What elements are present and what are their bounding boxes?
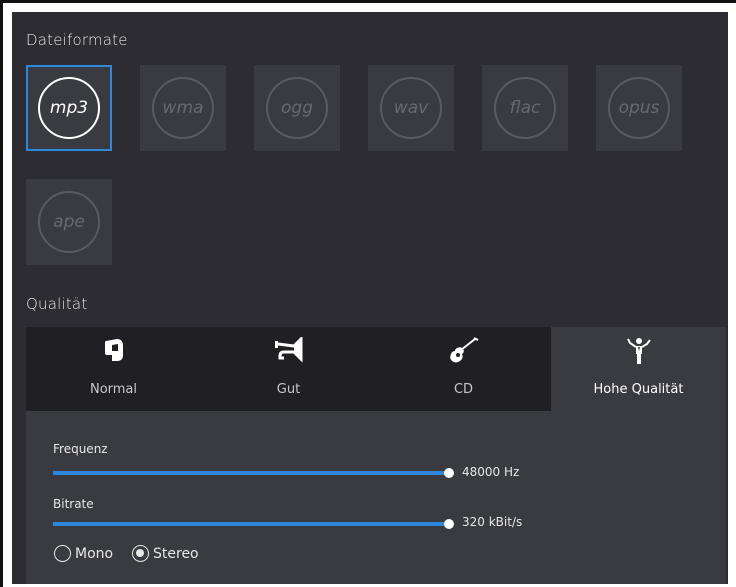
tab-gut[interactable]: Gut <box>201 327 376 411</box>
format-tile-ape[interactable]: ape <box>26 179 112 265</box>
stereo-radio-circle[interactable] <box>132 545 149 562</box>
mono-radio[interactable]: Mono <box>54 545 113 562</box>
conductor-icon <box>551 337 726 365</box>
tab-label: CD <box>453 382 474 397</box>
format-label: ogg <box>281 98 313 118</box>
trumpet-icon <box>201 337 376 365</box>
stereo-radio[interactable]: Stereo <box>132 545 199 562</box>
format-label: wma <box>162 98 204 118</box>
tab-high-quality[interactable]: Hohe Qualität <box>551 327 726 411</box>
flac-icon: flac <box>494 77 556 139</box>
mono-radio-circle[interactable] <box>54 545 71 562</box>
ape-icon: ape <box>38 191 100 253</box>
stereo-label: Stereo <box>153 545 199 562</box>
quality-settings: Frequenz 48000 Hz Bitrate 320 kBit/s Mon… <box>26 411 726 584</box>
format-label: opus <box>618 98 660 118</box>
format-tile-mp3[interactable]: mp3 <box>26 65 112 151</box>
tape-icon <box>26 337 201 365</box>
tab-label: Gut <box>276 382 301 397</box>
wav-icon: wav <box>380 77 442 139</box>
mono-label: Mono <box>75 545 114 562</box>
format-tile-ogg[interactable]: ogg <box>254 65 340 151</box>
format-tile-flac[interactable]: flac <box>482 65 568 151</box>
frequency-slider-thumb[interactable] <box>444 468 454 478</box>
format-label: flac <box>509 98 541 118</box>
bitrate-slider[interactable] <box>53 519 454 529</box>
mp3-icon: mp3 <box>38 77 100 139</box>
quality-tabs: Normal Gut CD Hohe Qualität <box>26 327 726 411</box>
wma-icon: wma <box>152 77 214 139</box>
format-label: ape <box>53 212 85 232</box>
bitrate-slider-thumb[interactable] <box>444 519 454 529</box>
frequency-value: 48000 Hz <box>462 465 520 479</box>
tab-cd[interactable]: CD <box>376 327 551 411</box>
guitar-icon <box>376 337 551 365</box>
frequency-slider[interactable] <box>53 468 454 478</box>
formats-title: Dateiformate <box>26 31 128 49</box>
bitrate-value: 320 kBit/s <box>462 515 523 529</box>
quality-title: Qualität <box>26 295 88 313</box>
opus-icon: opus <box>608 77 670 139</box>
format-tile-opus[interactable]: opus <box>596 65 682 151</box>
format-tile-wma[interactable]: wma <box>140 65 226 151</box>
bitrate-label: Bitrate <box>53 497 94 511</box>
window-top-border <box>0 0 736 3</box>
tab-label: Normal <box>89 382 138 397</box>
format-tile-wav[interactable]: wav <box>368 65 454 151</box>
converter-panel: Dateiformate mp3 wma ogg wav flac opus a… <box>12 12 728 584</box>
tab-normal[interactable]: Normal <box>26 327 201 411</box>
tab-label: Hohe Qualität <box>593 382 684 397</box>
format-label: wav <box>393 98 429 118</box>
frequency-label: Frequenz <box>53 442 108 456</box>
ogg-icon: ogg <box>266 77 328 139</box>
format-label: mp3 <box>49 98 89 118</box>
window-left-border <box>0 0 3 587</box>
